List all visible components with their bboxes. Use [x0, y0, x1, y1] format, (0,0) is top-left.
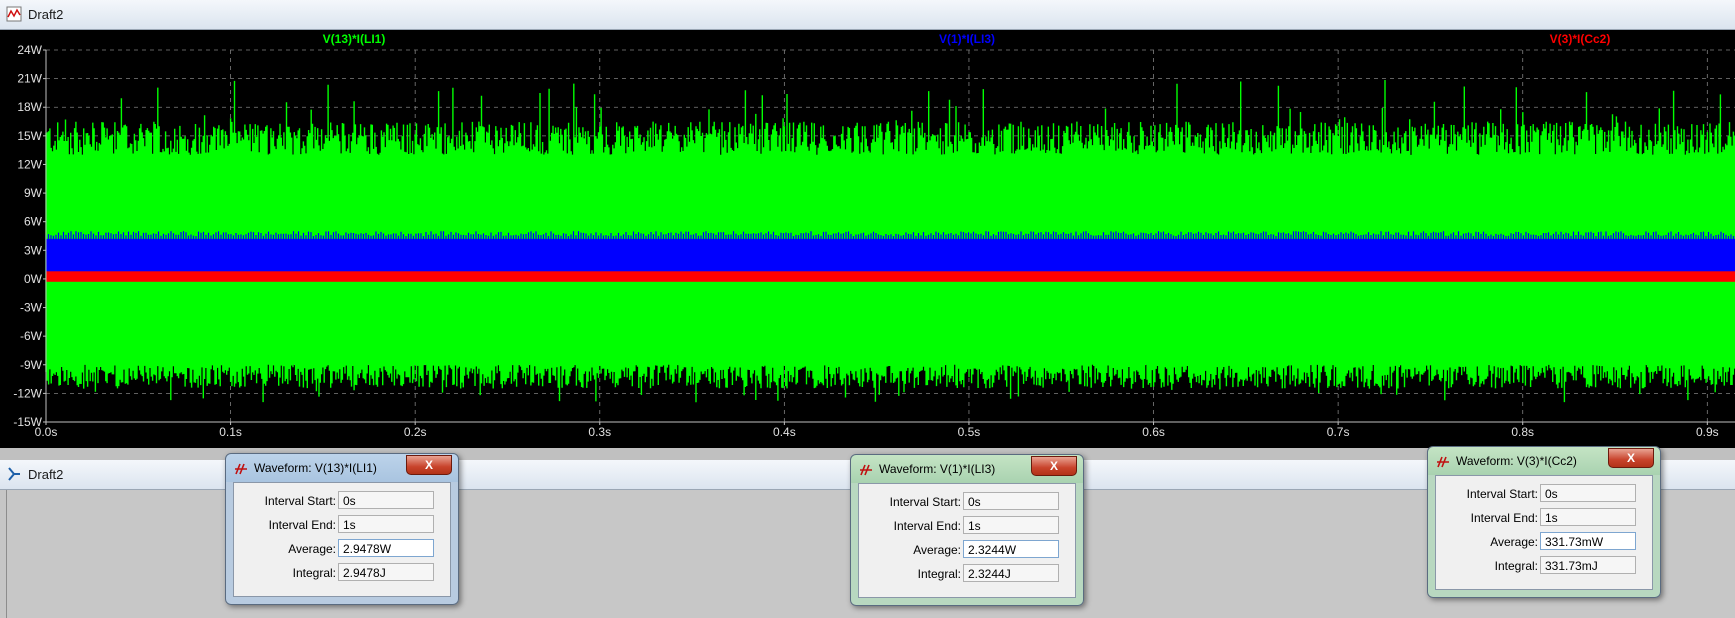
dialog-body: Interval Start: 0s Interval End: 1s Averag… [1435, 475, 1653, 590]
x-tick-label: 0.6s [1142, 425, 1165, 439]
interval-end-row: Interval End: 1s [1436, 508, 1652, 530]
series-v3-cc2-band [46, 271, 1735, 282]
y-tick-label: 6W [24, 215, 43, 229]
x-tick-label: 0.7s [1327, 425, 1350, 439]
waveform-plot[interactable]: 24W 21W 18W 15W 12W 9W 6W 3W 0W -3W -6W -9W -12W -15W… [0, 30, 1735, 448]
integral-row: Integral: 2.9478J [234, 563, 450, 585]
average-field[interactable]: 2.3244W [963, 540, 1059, 558]
legend-entry: V(1)*I(LI3) [939, 32, 995, 46]
y-tick-label: -12W [13, 386, 42, 400]
average-field[interactable]: 2.9478W [338, 539, 434, 557]
y-tick-label: 3W [24, 243, 43, 257]
dialog-body: Interval Start: 0s Interval End: 1s Averag… [233, 482, 451, 597]
waveform-chart[interactable]: 24W21W18W15W12W9W6W3W0W-3W-6W-9W-12W-15W… [0, 30, 1735, 448]
x-tick-label: 0.5s [958, 425, 981, 439]
interval-start-field[interactable]: 0s [338, 491, 434, 509]
waveform-dialog-2[interactable]: Waveform: V(1)*I(LI3) X Interval Start: 0… [850, 454, 1084, 606]
dialog-title: Waveform: V(3)*I(Cc2) [1456, 454, 1577, 468]
x-tick-label: 0.9s [1696, 425, 1719, 439]
x-tick-label: 0.1s [219, 425, 242, 439]
schematic-icon [8, 467, 20, 481]
y-tick-label: -9W [20, 358, 43, 372]
y-tick-label: 9W [24, 186, 43, 200]
x-tick-label: 0.3s [588, 425, 611, 439]
average-row: Average: 2.9478W [234, 539, 450, 561]
interval-end-field[interactable]: 1s [1540, 508, 1636, 526]
integral-field[interactable]: 2.3244J [963, 564, 1059, 582]
interval-end-field[interactable]: 1s [963, 516, 1059, 534]
y-tick-label: 0W [24, 272, 43, 286]
interval-start-row: Interval Start: 0s [859, 492, 1075, 514]
window-title: Draft2 [28, 7, 64, 22]
waveform-dialog-3[interactable]: Waveform: V(3)*I(Cc2) X Interval Start: 0… [1427, 446, 1661, 598]
y-tick-label: 15W [17, 129, 42, 143]
y-tick-label: -6W [20, 329, 43, 343]
waveform-icon [6, 6, 22, 22]
legend-entry: V(3)*I(Cc2) [1550, 32, 1611, 46]
interval-end-row: Interval End: 1s [859, 516, 1075, 538]
integral-field[interactable]: 331.73mJ [1540, 556, 1636, 574]
interval-start-row: Interval Start: 0s [1436, 484, 1652, 506]
average-row: Average: 2.3244W [859, 540, 1075, 562]
x-tick-label: 0.4s [773, 425, 796, 439]
integral-row: Integral: 2.3244J [859, 564, 1075, 586]
x-tick-label: 0.2s [404, 425, 427, 439]
interval-start-field[interactable]: 0s [1540, 484, 1636, 502]
interval-end-row: Interval End: 1s [234, 515, 450, 537]
close-button[interactable]: X [1608, 448, 1654, 468]
average-field[interactable]: 331.73mW [1540, 532, 1636, 550]
y-tick-label: 18W [17, 100, 42, 114]
waveform-window-titlebar[interactable]: Draft2 [0, 0, 1735, 30]
ltspice-icon [860, 464, 872, 476]
dialog-title: Waveform: V(1)*I(LI3) [879, 462, 996, 476]
waveform-dialog-1[interactable]: Waveform: V(13)*I(LI1) X Interval Start:… [225, 453, 459, 605]
dialog-body: Interval Start: 0s Interval End: 1s Averag… [858, 483, 1076, 598]
average-row: Average: 331.73mW [1436, 532, 1652, 554]
series-v1-li3-band [46, 238, 1735, 275]
x-tick-label: 0.8s [1511, 425, 1534, 439]
x-tick-label: 0.0s [35, 425, 58, 439]
window-title: Draft2 [28, 467, 64, 482]
integral-field[interactable]: 2.9478J [338, 563, 434, 581]
y-tick-label: -3W [20, 301, 43, 315]
interval-end-field[interactable]: 1s [338, 515, 434, 533]
y-tick-label: 21W [17, 72, 42, 86]
ltspice-icon [1437, 456, 1449, 468]
interval-start-row: Interval Start: 0s [234, 491, 450, 513]
interval-start-field[interactable]: 0s [963, 492, 1059, 510]
y-tick-label: 24W [17, 43, 42, 57]
integral-row: Integral: 331.73mJ [1436, 556, 1652, 578]
y-tick-label: 12W [17, 157, 42, 171]
close-button[interactable]: X [1031, 456, 1077, 476]
dialog-title: Waveform: V(13)*I(LI1) [254, 461, 377, 475]
ltspice-icon [235, 463, 247, 475]
legend-entry: V(13)*I(LI1) [323, 32, 386, 46]
close-button[interactable]: X [406, 455, 452, 475]
